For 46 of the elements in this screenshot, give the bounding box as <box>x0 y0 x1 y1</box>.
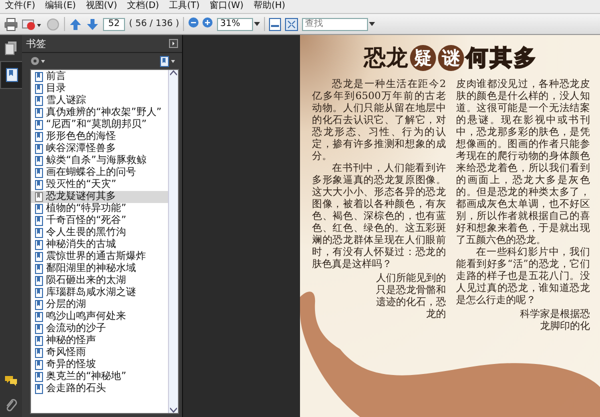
bookmark-item[interactable]: 前言 <box>31 71 168 83</box>
menu-item[interactable]: 文档(D) <box>124 0 162 13</box>
article-title: 恐龙 疑 谜 何其多 <box>362 44 539 73</box>
panel-title: 书签 <box>26 38 46 50</box>
bookmark-item[interactable]: “尼西”和“莫凯朗邦贝” <box>31 119 168 131</box>
bookmark-item[interactable]: 奇风怪雨 <box>31 347 168 359</box>
bookmark-item[interactable]: 陨石砸出来的太湖 <box>31 275 168 287</box>
menu-item[interactable]: 工具(T) <box>166 0 203 13</box>
bookmark-item[interactable]: 鸣沙山鸣声何处来 <box>31 311 168 323</box>
bookmark-item[interactable]: 令人生畏的黑竹沟 <box>31 227 168 239</box>
article-paragraph: 科学家是根据恐龙脚印的化 <box>519 309 590 333</box>
bookmark-item[interactable]: 目录 <box>31 83 168 95</box>
bookmark-item[interactable]: 恐龙疑谜何其多 <box>31 191 168 203</box>
search-field[interactable]: 查找 <box>302 18 368 30</box>
bookmark-item[interactable]: 毁灭性的“天灾” <box>31 179 168 191</box>
bookmark-item[interactable]: 真伪难辨的“神农架”野人” <box>31 107 168 119</box>
bookmark-item[interactable]: 神秘的怪声 <box>31 335 168 347</box>
bookmark-item[interactable]: 植物的“特异功能” <box>31 203 168 215</box>
article-paragraph: 人们所能见到的只是恐龙骨骼和遗迹的化石，恐龙的 <box>375 273 446 321</box>
bookmark-item[interactable]: 雪人谜踪 <box>31 95 168 107</box>
menu-item[interactable]: 编辑(E) <box>42 0 79 13</box>
bookmark-item[interactable]: 会走路的石头 <box>31 383 168 395</box>
article-paragraph: 在书刊中，人们能看到许多形象逼真的恐龙复原图像。这大大小小、形态各异的恐龙图像，被着以各种颜色，有灰色、褐色、深棕色的，也有蓝色、红色、绿色的。这五彩斑斓的恐龙群体呈现在人们眼前时，有没有人怀疑过：恐龙的肤色真是这样吗？ <box>312 163 446 271</box>
bookmark-item[interactable]: 奇异的怪坡 <box>31 359 168 371</box>
menu-item[interactable]: 文件(F) <box>2 0 38 13</box>
bookmark-item[interactable]: 鄱阳湖里的神秘水域 <box>31 263 168 275</box>
bookmark-item[interactable]: 峡谷深潭怪兽多 <box>31 143 168 155</box>
zoom-field[interactable]: 31% <box>217 18 254 30</box>
bookmark-item[interactable]: 奥克兰的“神秘地” <box>31 371 168 383</box>
article-paragraph: 在一些科幻影片中，我们能看到好多“活”的恐龙，它们走路的样子也是五花八门。没人见过真的恐龙，谁知道恐龙是怎么行走的呢？ <box>456 247 590 307</box>
bookmark-item[interactable]: 会流动的沙子 <box>31 323 168 335</box>
menu-item[interactable]: 视图(V) <box>82 0 120 13</box>
page-number-field[interactable]: 52 <box>103 18 125 30</box>
bookmark-item[interactable]: 库瑙群岛咸水湖之谜 <box>31 287 168 299</box>
menu-item[interactable]: 窗口(W) <box>206 0 247 13</box>
bookmark-item[interactable]: 震惊世界的通古斯爆炸 <box>31 251 168 263</box>
menu-item[interactable]: 帮助(H) <box>250 0 288 13</box>
bookmark-item[interactable]: 形形色色的海怪 <box>31 131 168 143</box>
article-paragraph: 皮肉谁都没见过，各种恐龙皮肤的颜色是什么样的，没人知道。这很可能是一个无法结案的悬谜。现在影视中或书刊中，恐龙那多彩的肤色，是凭想像画的。图画的作者只能参考现在的爬行动物的身体颜色来给恐龙着色，所以我们看到的画面上，恐龙大多是灰色的。但是恐龙的种类太多了，都画成灰色太单调，也不好区别，所以作者就根据自己的喜好和想象来着色，于是就出现了五颜六色的恐龙。 <box>456 79 590 246</box>
bookmark-item[interactable]: 神秘消失的古城 <box>31 239 168 251</box>
bookmark-item[interactable]: 鲸类“自杀”与海豚救鲸 <box>31 155 168 167</box>
bookmark-item[interactable]: 画在蝴蝶谷上的问号 <box>31 167 168 179</box>
page-count: ( 56 / 136 ) <box>129 19 180 29</box>
bookmark-item[interactable]: 分层的湖 <box>31 299 168 311</box>
article-paragraph: 恐龙是一种生活在距今2亿多年到6500万年前的古老动物。人们只能从留在地层中的化石去认识它、了解它，对恐龙形态、习性、行为的认定，掺有许多推测和想象的成分。 <box>312 79 446 162</box>
bookmark-item[interactable]: 千奇百怪的“死谷” <box>31 215 168 227</box>
